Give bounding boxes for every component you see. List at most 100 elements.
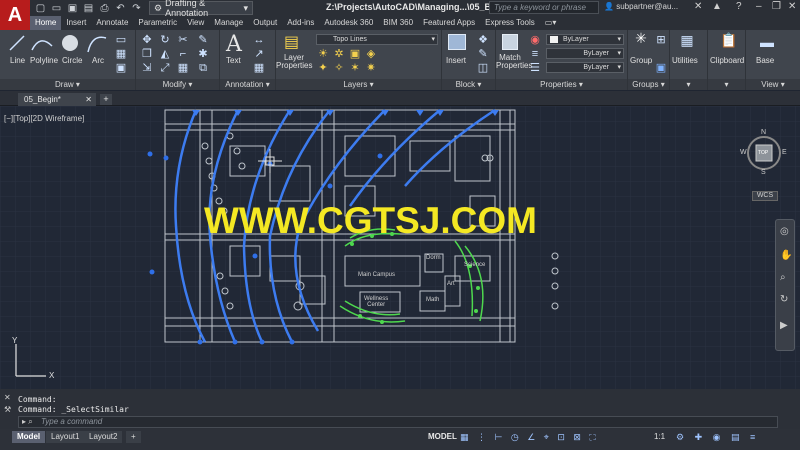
circle-tool[interactable]: Circle — [62, 56, 82, 65]
search-input[interactable]: Type a keyword or phrase — [489, 1, 599, 14]
save-as-icon[interactable]: ▤ — [82, 3, 95, 14]
viewcube[interactable]: TOP N S E W — [740, 129, 787, 176]
array-icon[interactable]: ▦ — [176, 62, 190, 74]
leader-icon[interactable]: ↗ — [252, 48, 266, 60]
a360-icon[interactable]: ▲ — [712, 1, 722, 12]
dimension-icon[interactable]: ↔ — [252, 34, 266, 46]
fillet-icon[interactable]: ⌐ — [176, 48, 190, 60]
new-layout-button[interactable]: + — [126, 431, 141, 443]
layer-lock-icon[interactable]: ▣ — [348, 48, 362, 60]
compass-south[interactable]: S — [761, 169, 766, 176]
viewcube-top[interactable]: TOP — [758, 150, 768, 156]
model-tab[interactable]: Model — [12, 431, 46, 443]
scale-icon[interactable]: ⤢ — [158, 62, 172, 74]
explode-icon[interactable]: ✱ — [196, 48, 210, 60]
drawing-viewport[interactable]: Main Campus Dorm Science Art Wellness Ce… — [0, 106, 800, 389]
open-icon[interactable]: ▭ — [50, 3, 63, 14]
user-account[interactable]: 👤 subpartner@au... — [604, 2, 678, 11]
exchange-icon[interactable]: ✕ — [694, 1, 702, 12]
undo-icon[interactable]: ↶ — [114, 3, 127, 14]
color-wheel-icon[interactable]: ◉ — [528, 34, 542, 46]
insert-tool[interactable]: Insert — [446, 56, 466, 65]
region-icon[interactable]: ▣ — [114, 62, 128, 74]
stretch-icon[interactable]: ⇲ — [140, 62, 154, 74]
utilities-tool[interactable]: Utilities — [672, 56, 698, 65]
tab-output[interactable]: Output — [248, 16, 282, 30]
tab-insert[interactable]: Insert — [61, 16, 91, 30]
group-tool[interactable]: Group — [630, 56, 652, 65]
layer-walk-icon[interactable]: ✶ — [348, 62, 362, 74]
zoom-icon[interactable]: ⌕ — [780, 272, 786, 283]
command-input[interactable]: Type a command — [18, 416, 778, 428]
rotate-icon[interactable]: ↻ — [158, 34, 172, 46]
model-space-toggle[interactable]: MODEL — [428, 432, 457, 441]
compass-east[interactable]: E — [782, 149, 787, 156]
ungroup-icon[interactable]: ⊞ — [654, 34, 668, 46]
copy-icon[interactable]: ❐ — [140, 48, 154, 60]
workspace-dropdown[interactable]: ⚙ Drafting & Annotation ▾ — [149, 0, 253, 18]
close-icon[interactable]: ✕ — [85, 93, 92, 106]
utilities-panel-label[interactable]: ▾ — [670, 79, 707, 90]
viewport-controls[interactable]: [−][Top][2D Wireframe] — [4, 114, 84, 123]
layout2-tab[interactable]: Layout2 — [84, 431, 123, 443]
close-icon[interactable]: ✕ — [788, 1, 796, 12]
tab-view[interactable]: View — [182, 16, 209, 30]
linetype-icon[interactable]: ≡ — [528, 48, 542, 60]
annotation-panel-label[interactable]: Annotation ▾ — [220, 79, 275, 90]
layer-on-icon[interactable]: ☀ — [316, 48, 330, 60]
layers-panel-label[interactable]: Layers ▾ — [276, 79, 441, 90]
minimize-icon[interactable]: – — [756, 1, 762, 12]
layer-merge-icon[interactable]: ✷ — [364, 62, 378, 74]
create-block-icon[interactable]: ❖ — [476, 34, 490, 46]
layer-freeze-icon[interactable]: ✲ — [332, 48, 346, 60]
compass-west[interactable]: W — [740, 149, 747, 156]
clipboard-tool[interactable]: Clipboard — [710, 56, 744, 65]
new-tab-button[interactable]: + — [100, 94, 112, 105]
new-icon[interactable]: ▢ — [34, 3, 47, 14]
color-dropdown[interactable]: ByLayer ▾ — [546, 34, 624, 45]
drafting-settings-icons[interactable]: ▦ ⋮ ⊢ ◷ ∠ ⌖ ⊡ ⊠ ⛶ — [460, 432, 599, 443]
layer-properties-tool[interactable]: Layer Properties — [276, 54, 312, 70]
tab-add-ins[interactable]: Add-ins — [282, 16, 319, 30]
polyline-tool[interactable]: Polyline — [30, 56, 58, 65]
group-select-icon[interactable]: ▣ — [654, 62, 668, 74]
hatch-icon[interactable]: ▦ — [114, 48, 128, 60]
match-properties-tool[interactable]: Match Properties — [496, 54, 532, 70]
plot-icon[interactable]: ⎙ — [98, 3, 111, 14]
block-panel-label[interactable]: Block ▾ — [442, 79, 495, 90]
base-tool[interactable]: Base — [756, 56, 774, 65]
tab-home[interactable]: Home — [30, 16, 62, 30]
draw-panel-label[interactable]: Draw ▾ — [0, 79, 135, 90]
groups-panel-label[interactable]: Groups ▾ — [628, 79, 669, 90]
tab-parametric[interactable]: Parametric — [133, 16, 182, 30]
pan-icon[interactable]: ✋ — [780, 250, 792, 261]
annotation-scale[interactable]: 1:1 — [654, 432, 665, 441]
lineweight-dropdown[interactable]: ByLayer ▾ — [546, 62, 624, 73]
offset-icon[interactable]: ⧉ — [196, 62, 210, 74]
orbit-icon[interactable]: ↻ — [780, 294, 788, 305]
help-icon[interactable]: ? — [736, 1, 742, 12]
edit-block-icon[interactable]: ✎ — [476, 48, 490, 60]
lineweight-icon[interactable]: ☰ — [528, 62, 542, 74]
steering-wheel-icon[interactable]: ◎ — [780, 226, 789, 237]
file-tab[interactable]: 05_Begin* ✕ — [18, 93, 96, 106]
layout1-tab[interactable]: Layout1 — [46, 431, 85, 443]
tab-bim-360[interactable]: BIM 360 — [378, 16, 418, 30]
layer-isolate-icon[interactable]: ◈ — [364, 48, 378, 60]
arc-tool[interactable]: Arc — [92, 56, 104, 65]
trim-icon[interactable]: ✂ — [176, 34, 190, 46]
tab-featured-apps[interactable]: Featured Apps — [418, 16, 480, 30]
compass-north[interactable]: N — [761, 129, 766, 136]
wcs-menu[interactable]: WCS — [752, 191, 778, 201]
layer-previous-icon[interactable]: ✧ — [332, 62, 346, 74]
status-tool-icons[interactable]: ⚙ ✚ ◉ ▤ ≡ — [676, 432, 759, 443]
save-icon[interactable]: ▣ — [66, 3, 79, 14]
layer-dropdown[interactable]: Topo Lines ▾ — [316, 34, 438, 45]
tab-annotate[interactable]: Annotate — [91, 16, 133, 30]
modify-panel-label[interactable]: Modify ▾ — [136, 79, 219, 90]
close-icon[interactable]: ✕ — [4, 393, 11, 402]
table-icon[interactable]: ▦ — [252, 62, 266, 74]
properties-panel-label[interactable]: Properties ▾ — [496, 79, 627, 90]
clipboard-panel-label[interactable]: ▾ — [708, 79, 745, 90]
ribbon-toggle-icon[interactable]: ▭▾ — [540, 16, 562, 30]
